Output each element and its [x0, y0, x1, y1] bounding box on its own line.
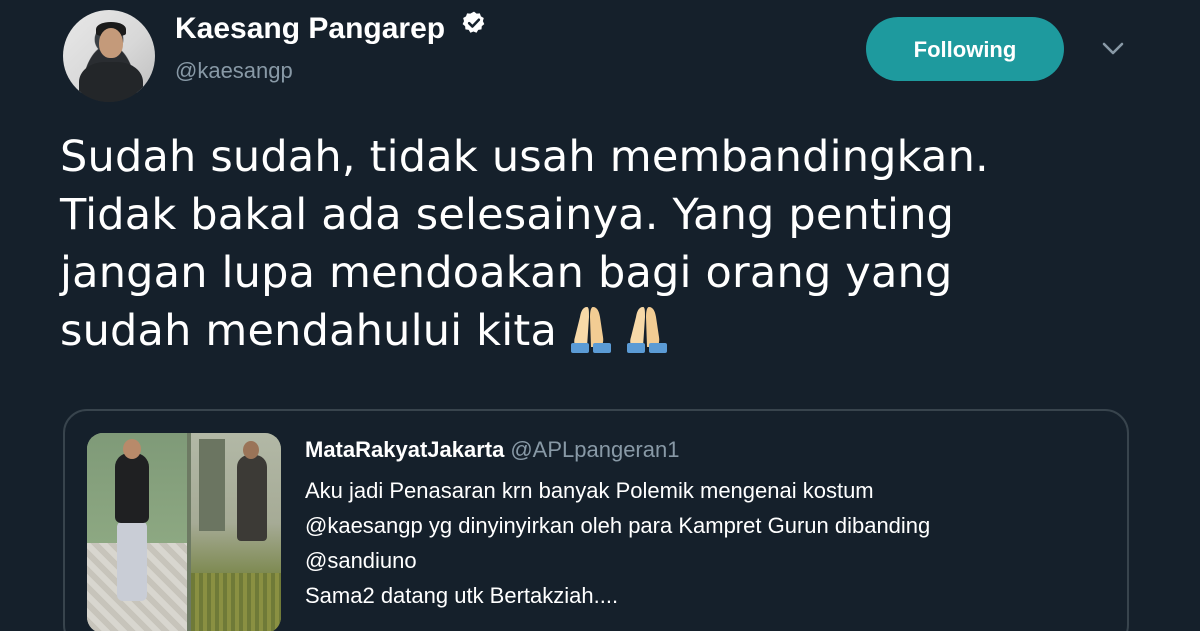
author-name-text: Kaesang Pangarep	[175, 12, 446, 45]
tweet-text-line: sudah mendahului kita	[60, 306, 558, 356]
quoted-text-line: Sama2 datang utk Bertakziah....	[305, 583, 619, 608]
tweet-text: Sudah sudah, tidak usah membandingkan. T…	[60, 128, 1140, 368]
photo-doorway	[199, 439, 225, 531]
avatar[interactable]	[63, 10, 155, 102]
quoted-text-line: @kaesangp yg dinyinyirkan oleh para Kamp…	[305, 513, 931, 538]
quoted-tweet-text: Aku jadi Penasaran krn banyak Polemik me…	[305, 473, 1105, 613]
following-button[interactable]: Following	[866, 17, 1064, 81]
quoted-author-name: MataRakyatJakarta	[305, 437, 505, 462]
avatar-face	[99, 28, 123, 58]
author-handle[interactable]: @kaesangp	[175, 58, 293, 84]
photo-grass	[191, 573, 281, 631]
avatar-body	[79, 62, 143, 102]
quoted-tweet-card[interactable]: MataRakyatJakarta @APLpangeran1 Aku jadi …	[63, 409, 1129, 631]
folded-hands-emoji-icon	[567, 303, 631, 368]
folded-hands-emoji-icon	[623, 303, 687, 368]
author-display-name[interactable]: Kaesang Pangarep	[175, 10, 487, 46]
verified-badge-icon	[461, 10, 487, 44]
quoted-tweet-media[interactable]	[87, 433, 281, 631]
tweet-text-line-last: sudah mendahului kita	[60, 302, 1140, 368]
tweet-card: Kaesang Pangarep @kaesangp Following Sud…	[0, 0, 1200, 631]
quoted-tweet-author[interactable]: MataRakyatJakarta @APLpangeran1	[305, 437, 679, 463]
photo-person-head	[243, 441, 259, 459]
photo-person	[237, 455, 267, 541]
tweet-text-line: jangan lupa mendoakan bagi orang yang	[60, 248, 953, 298]
quoted-text-line: @sandiuno	[305, 548, 417, 573]
quoted-photo-right	[191, 433, 281, 631]
quoted-author-handle: @APLpangeran1	[510, 437, 680, 462]
photo-person-head	[123, 439, 141, 459]
photo-person	[115, 453, 149, 523]
chevron-down-icon[interactable]	[1098, 36, 1128, 60]
tweet-text-line: Sudah sudah, tidak usah membandingkan.	[60, 132, 989, 182]
quoted-photo-left	[87, 433, 187, 631]
quoted-text-line: Aku jadi Penasaran krn banyak Polemik me…	[305, 478, 874, 503]
photo-person-legs	[117, 521, 147, 601]
tweet-text-line: Tidak bakal ada selesainya. Yang penting	[60, 190, 955, 240]
